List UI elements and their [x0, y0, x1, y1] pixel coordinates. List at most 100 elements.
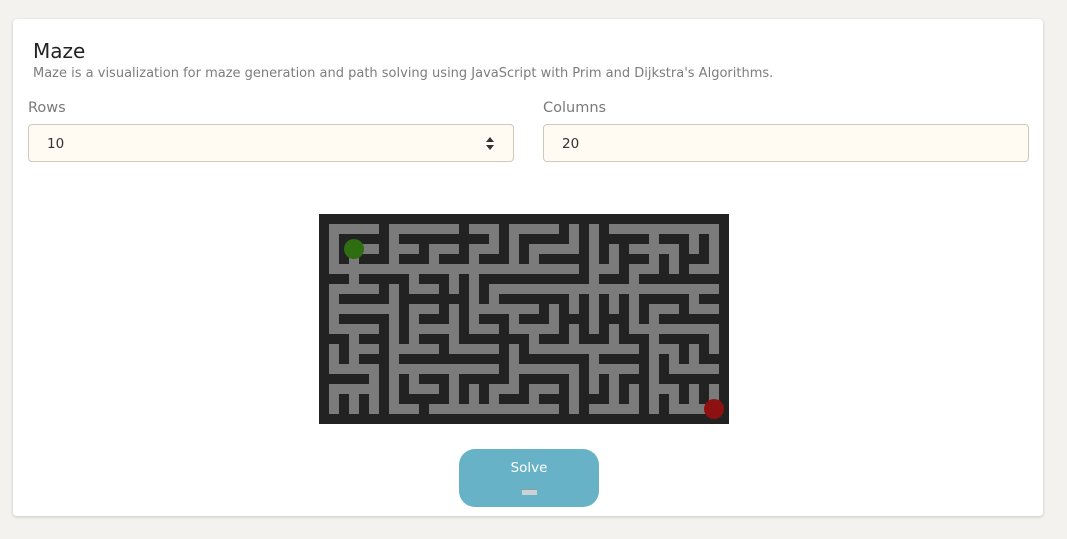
- stepper-up-icon[interactable]: [486, 137, 494, 142]
- maze-path-cell: [549, 264, 559, 274]
- maze-path-cell: [539, 324, 549, 334]
- maze-path-cell: [329, 384, 339, 394]
- maze-path-cell: [589, 404, 599, 414]
- maze-path-cell: [389, 284, 399, 294]
- solve-button[interactable]: Solve: [459, 449, 599, 507]
- maze-path-cell: [419, 384, 429, 394]
- maze-path-cell: [359, 304, 369, 314]
- stepper-down-icon[interactable]: [486, 145, 494, 150]
- maze-path-cell: [489, 294, 499, 304]
- maze-path-cell: [339, 264, 349, 274]
- maze-path-cell: [549, 384, 559, 394]
- maze-path-cell: [469, 404, 479, 414]
- maze-path-cell: [589, 304, 599, 314]
- maze-path-cell: [589, 324, 599, 334]
- maze-path-cell: [649, 264, 659, 274]
- maze-path-cell: [659, 304, 669, 314]
- maze-path-cell: [449, 334, 459, 344]
- maze-path-cell: [569, 234, 579, 244]
- maze-path-cell: [489, 304, 499, 314]
- maze-path-cell: [489, 234, 499, 244]
- maze-path-cell: [469, 304, 479, 314]
- maze-path-cell: [479, 224, 489, 234]
- maze-path-cell: [389, 234, 399, 244]
- maze-path-cell: [529, 384, 539, 394]
- maze-path-cell: [649, 224, 659, 234]
- maze-path-cell: [559, 244, 569, 254]
- maze-path-cell: [629, 274, 639, 284]
- maze-path-cell: [709, 384, 719, 394]
- maze-path-cell: [549, 404, 559, 414]
- rows-stepper-icon[interactable]: [486, 136, 496, 152]
- maze-path-cell: [409, 404, 419, 414]
- maze-path-cell: [469, 384, 479, 394]
- maze-path-cell: [349, 334, 359, 344]
- maze-path-cell: [569, 344, 579, 354]
- maze-path-cell: [399, 404, 409, 414]
- maze-path-cell: [589, 234, 599, 244]
- maze-path-cell: [599, 364, 609, 374]
- maze-path-cell: [389, 304, 399, 314]
- rows-input[interactable]: 10: [28, 124, 514, 162]
- maze-path-cell: [489, 364, 499, 374]
- maze-path-cell: [449, 384, 459, 394]
- maze-path-cell: [619, 344, 629, 354]
- maze-path-cell: [399, 224, 409, 234]
- maze-path-cell: [679, 364, 689, 374]
- maze-path-cell: [589, 274, 599, 284]
- maze-path-cell: [539, 264, 549, 274]
- maze-path-cell: [529, 224, 539, 234]
- maze-path-cell: [699, 284, 709, 294]
- maze-path-cell: [649, 304, 659, 314]
- maze-path-cell: [489, 384, 499, 394]
- maze-path-cell: [449, 394, 459, 404]
- maze-path-cell: [509, 404, 519, 414]
- maze-path-cell: [589, 354, 599, 364]
- maze-path-cell: [509, 344, 519, 354]
- maze-path-cell: [409, 334, 419, 344]
- maze-path-cell: [649, 244, 659, 254]
- maze-path-cell: [329, 314, 339, 324]
- maze-path-cell: [329, 404, 339, 414]
- columns-label: Columns: [543, 100, 607, 116]
- maze-path-cell: [349, 274, 359, 284]
- maze-path-cell: [429, 404, 439, 414]
- maze-path-cell: [439, 404, 449, 414]
- maze-path-cell: [429, 384, 439, 394]
- maze-path-cell: [509, 324, 519, 334]
- maze-path-cell: [359, 364, 369, 374]
- maze-path-cell: [609, 384, 619, 394]
- maze-path-cell: [609, 324, 619, 334]
- maze-path-cell: [679, 404, 689, 414]
- maze-path-cell: [689, 364, 699, 374]
- maze-path-cell: [689, 344, 699, 354]
- maze-path-cell: [389, 294, 399, 304]
- maze-path-cell: [489, 244, 499, 254]
- maze-path-cell: [539, 224, 549, 234]
- maze-path-cell: [429, 324, 439, 334]
- maze-path-cell: [619, 224, 629, 234]
- maze-path-cell: [659, 244, 669, 254]
- maze-path-cell: [679, 324, 689, 334]
- maze-path-cell: [569, 324, 579, 334]
- maze-path-cell: [449, 364, 459, 374]
- maze-path-cell: [709, 264, 719, 274]
- maze-path-cell: [649, 394, 659, 404]
- maze-path-cell: [699, 264, 709, 274]
- maze-path-cell: [449, 404, 459, 414]
- maze-path-cell: [629, 284, 639, 294]
- maze-path-cell: [579, 284, 589, 294]
- maze-path-cell: [389, 254, 399, 264]
- maze-path-cell: [449, 304, 459, 314]
- maze-path-cell: [529, 254, 539, 264]
- maze-path-cell: [519, 224, 529, 234]
- maze-path-cell: [479, 404, 489, 414]
- maze-path-cell: [609, 344, 619, 354]
- maze-path-cell: [639, 244, 649, 254]
- maze-path-cell: [609, 394, 619, 404]
- maze-path-cell: [539, 364, 549, 374]
- maze-path-cell: [369, 224, 379, 234]
- maze-path-cell: [509, 264, 519, 274]
- maze-path-cell: [519, 264, 529, 274]
- columns-input[interactable]: 20: [543, 124, 1029, 162]
